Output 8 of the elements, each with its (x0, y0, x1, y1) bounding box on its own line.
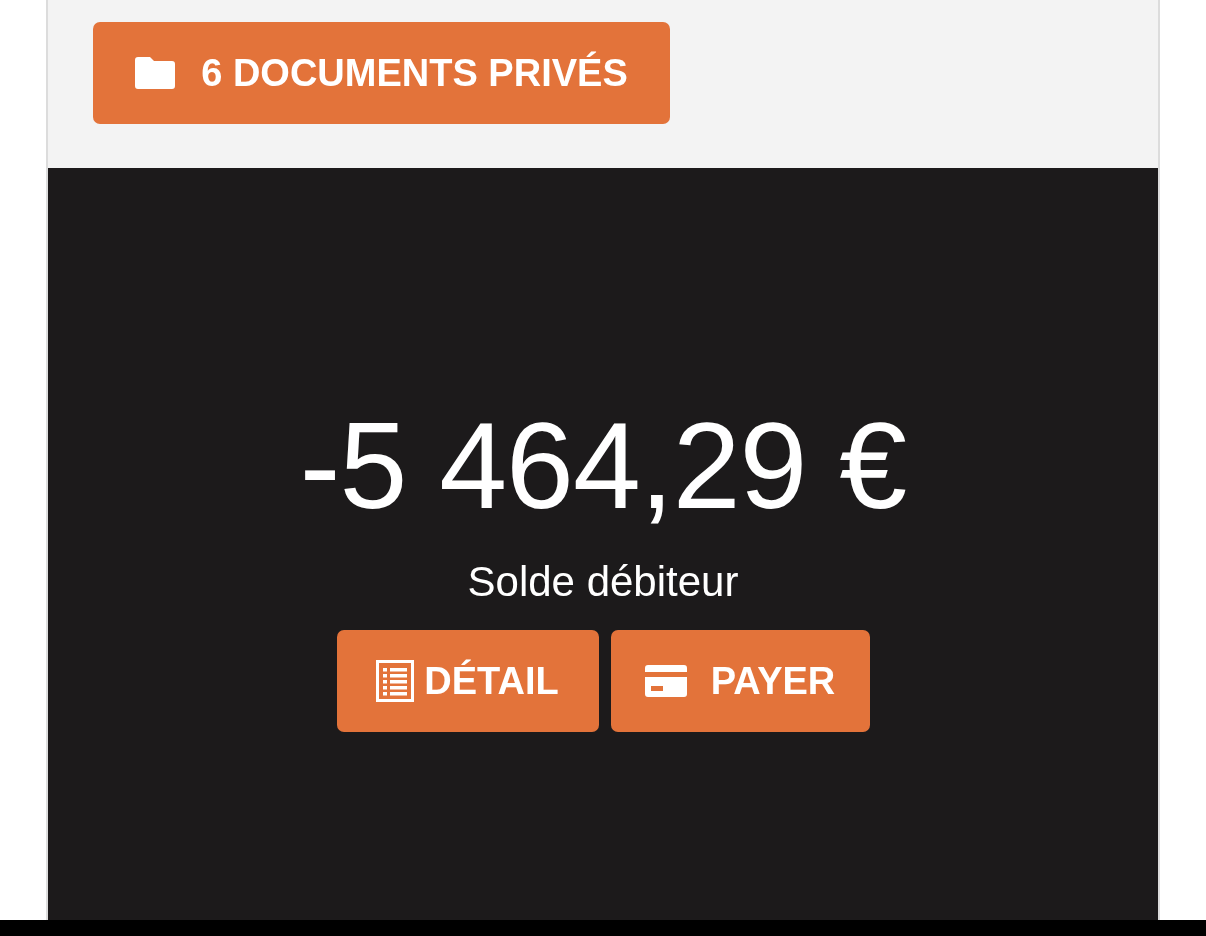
list-icon (376, 660, 415, 702)
pay-button[interactable]: PAYER (610, 630, 870, 732)
folder-icon (135, 57, 176, 89)
documents-button[interactable]: 6 DOCUMENTS PRIVÉS (93, 22, 670, 124)
balance-amount: -5 464,29 € (299, 397, 907, 536)
detail-button[interactable]: DÉTAIL (336, 630, 599, 732)
balance-caption: Solde débiteur (467, 557, 739, 607)
credit-card-icon (644, 665, 687, 697)
